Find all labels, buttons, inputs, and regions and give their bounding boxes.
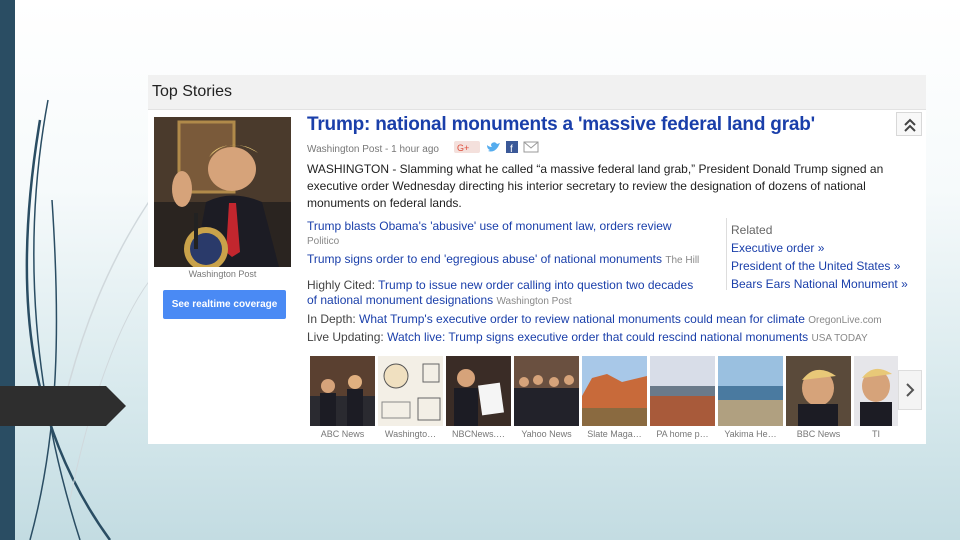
story-link[interactable]: Trump blasts Obama's 'abusive' use of mo… [307, 219, 672, 233]
highly-cited-link[interactable]: Trump to issue new order calling into qu… [378, 278, 693, 292]
related-header: Related [731, 223, 773, 237]
highly-cited-source: Washington Post [496, 296, 572, 307]
related-topics: Related Executive order » President of t… [731, 221, 908, 293]
story-source: The Hill [665, 255, 700, 266]
lead-photo[interactable] [154, 117, 291, 267]
thumbnail[interactable] [786, 356, 851, 426]
thumbnail-caption: Yakima He… [724, 429, 777, 439]
related-link[interactable]: President of the United States » [731, 259, 900, 273]
thumbnail[interactable] [514, 356, 579, 426]
divider [726, 218, 727, 290]
thumbnail[interactable] [650, 356, 715, 426]
panel-header: Top Stories [148, 75, 926, 110]
highly-cited: Highly Cited: Trump to issue new order c… [307, 278, 693, 292]
decorative-swoosh [25, 99, 151, 540]
chevron-up-double-icon [904, 118, 916, 132]
panel-title: Top Stories [152, 83, 233, 100]
in-depth-source: OregonLive.com [808, 315, 882, 326]
twitter-icon[interactable] [487, 142, 500, 152]
related-link[interactable]: Executive order » [731, 241, 824, 255]
photo-caption: Washington Post [188, 269, 257, 279]
carousel-next-button[interactable] [898, 370, 922, 410]
lead-headline-link[interactable]: Trump: national monuments a 'massive fed… [307, 114, 815, 136]
thumbnail[interactable] [378, 356, 443, 426]
live-updating-source: USA TODAY [811, 333, 868, 344]
lead-meta: Washington Post - 1 hour ago [307, 144, 439, 155]
highly-cited-label: Highly Cited: [307, 278, 376, 292]
story-link[interactable]: Trump signs order to end 'egregious abus… [307, 252, 662, 266]
live-updating-label: Live Updating: [307, 330, 384, 344]
thumbnail-caption: PA home p… [656, 429, 709, 439]
thumbnail[interactable] [446, 356, 511, 426]
thumbnail-caption: Washingto… [384, 429, 437, 439]
thumbnail-caption: Slate Maga… [587, 429, 642, 439]
chevron-right-icon [906, 383, 915, 397]
thumbnail-caption: NBCNews.… [451, 429, 505, 439]
thumbnail-caption: Yahoo News [521, 429, 572, 439]
live-updating-link[interactable]: Watch live: Trump signs executive order … [387, 330, 808, 344]
top-stories-panel: Top Stories Washington Post See realtime… [148, 75, 926, 444]
see-realtime-coverage-button[interactable]: See realtime coverage [163, 290, 286, 319]
svg-text:G+: G+ [457, 143, 469, 153]
arrow-tab [0, 386, 126, 426]
thumbnail-caption: ABC News [320, 429, 365, 439]
thumbnail-caption: BBC News [796, 429, 841, 439]
email-icon[interactable] [523, 141, 539, 153]
story-item: Trump blasts Obama's 'abusive' use of mo… [307, 219, 672, 233]
related-link[interactable]: Bears Ears National Monument » [731, 277, 908, 291]
in-depth-label: In Depth: [307, 312, 356, 326]
in-depth-link[interactable]: What Trump's executive order to review n… [359, 312, 805, 326]
collapse-button[interactable] [896, 112, 922, 136]
lead-source: Washington Post [307, 144, 383, 155]
thumbnail[interactable] [310, 356, 375, 426]
live-updating: Live Updating: Watch live: Trump signs e… [307, 330, 868, 344]
highly-cited-line2: of national monument designations Washin… [307, 293, 572, 307]
story-item: Trump signs order to end 'egregious abus… [307, 252, 699, 266]
thumbnail[interactable] [582, 356, 647, 426]
lead-snippet: WASHINGTON - Slamming what he called “a … [307, 162, 884, 210]
thumbnail[interactable] [718, 356, 783, 426]
thumbnail-caption: TI [872, 429, 880, 439]
highly-cited-link[interactable]: of national monument designations [307, 293, 493, 307]
svg-text:f: f [510, 144, 513, 155]
story-source: Politico [307, 236, 340, 247]
facebook-icon[interactable]: f [506, 141, 518, 155]
share-icons: G+ f [454, 139, 544, 160]
in-depth: In Depth: What Trump's executive order t… [307, 312, 882, 326]
lead-age: 1 hour ago [391, 144, 439, 155]
thumbnail[interactable] [854, 356, 898, 426]
google-plus-icon[interactable]: G+ [454, 141, 480, 153]
